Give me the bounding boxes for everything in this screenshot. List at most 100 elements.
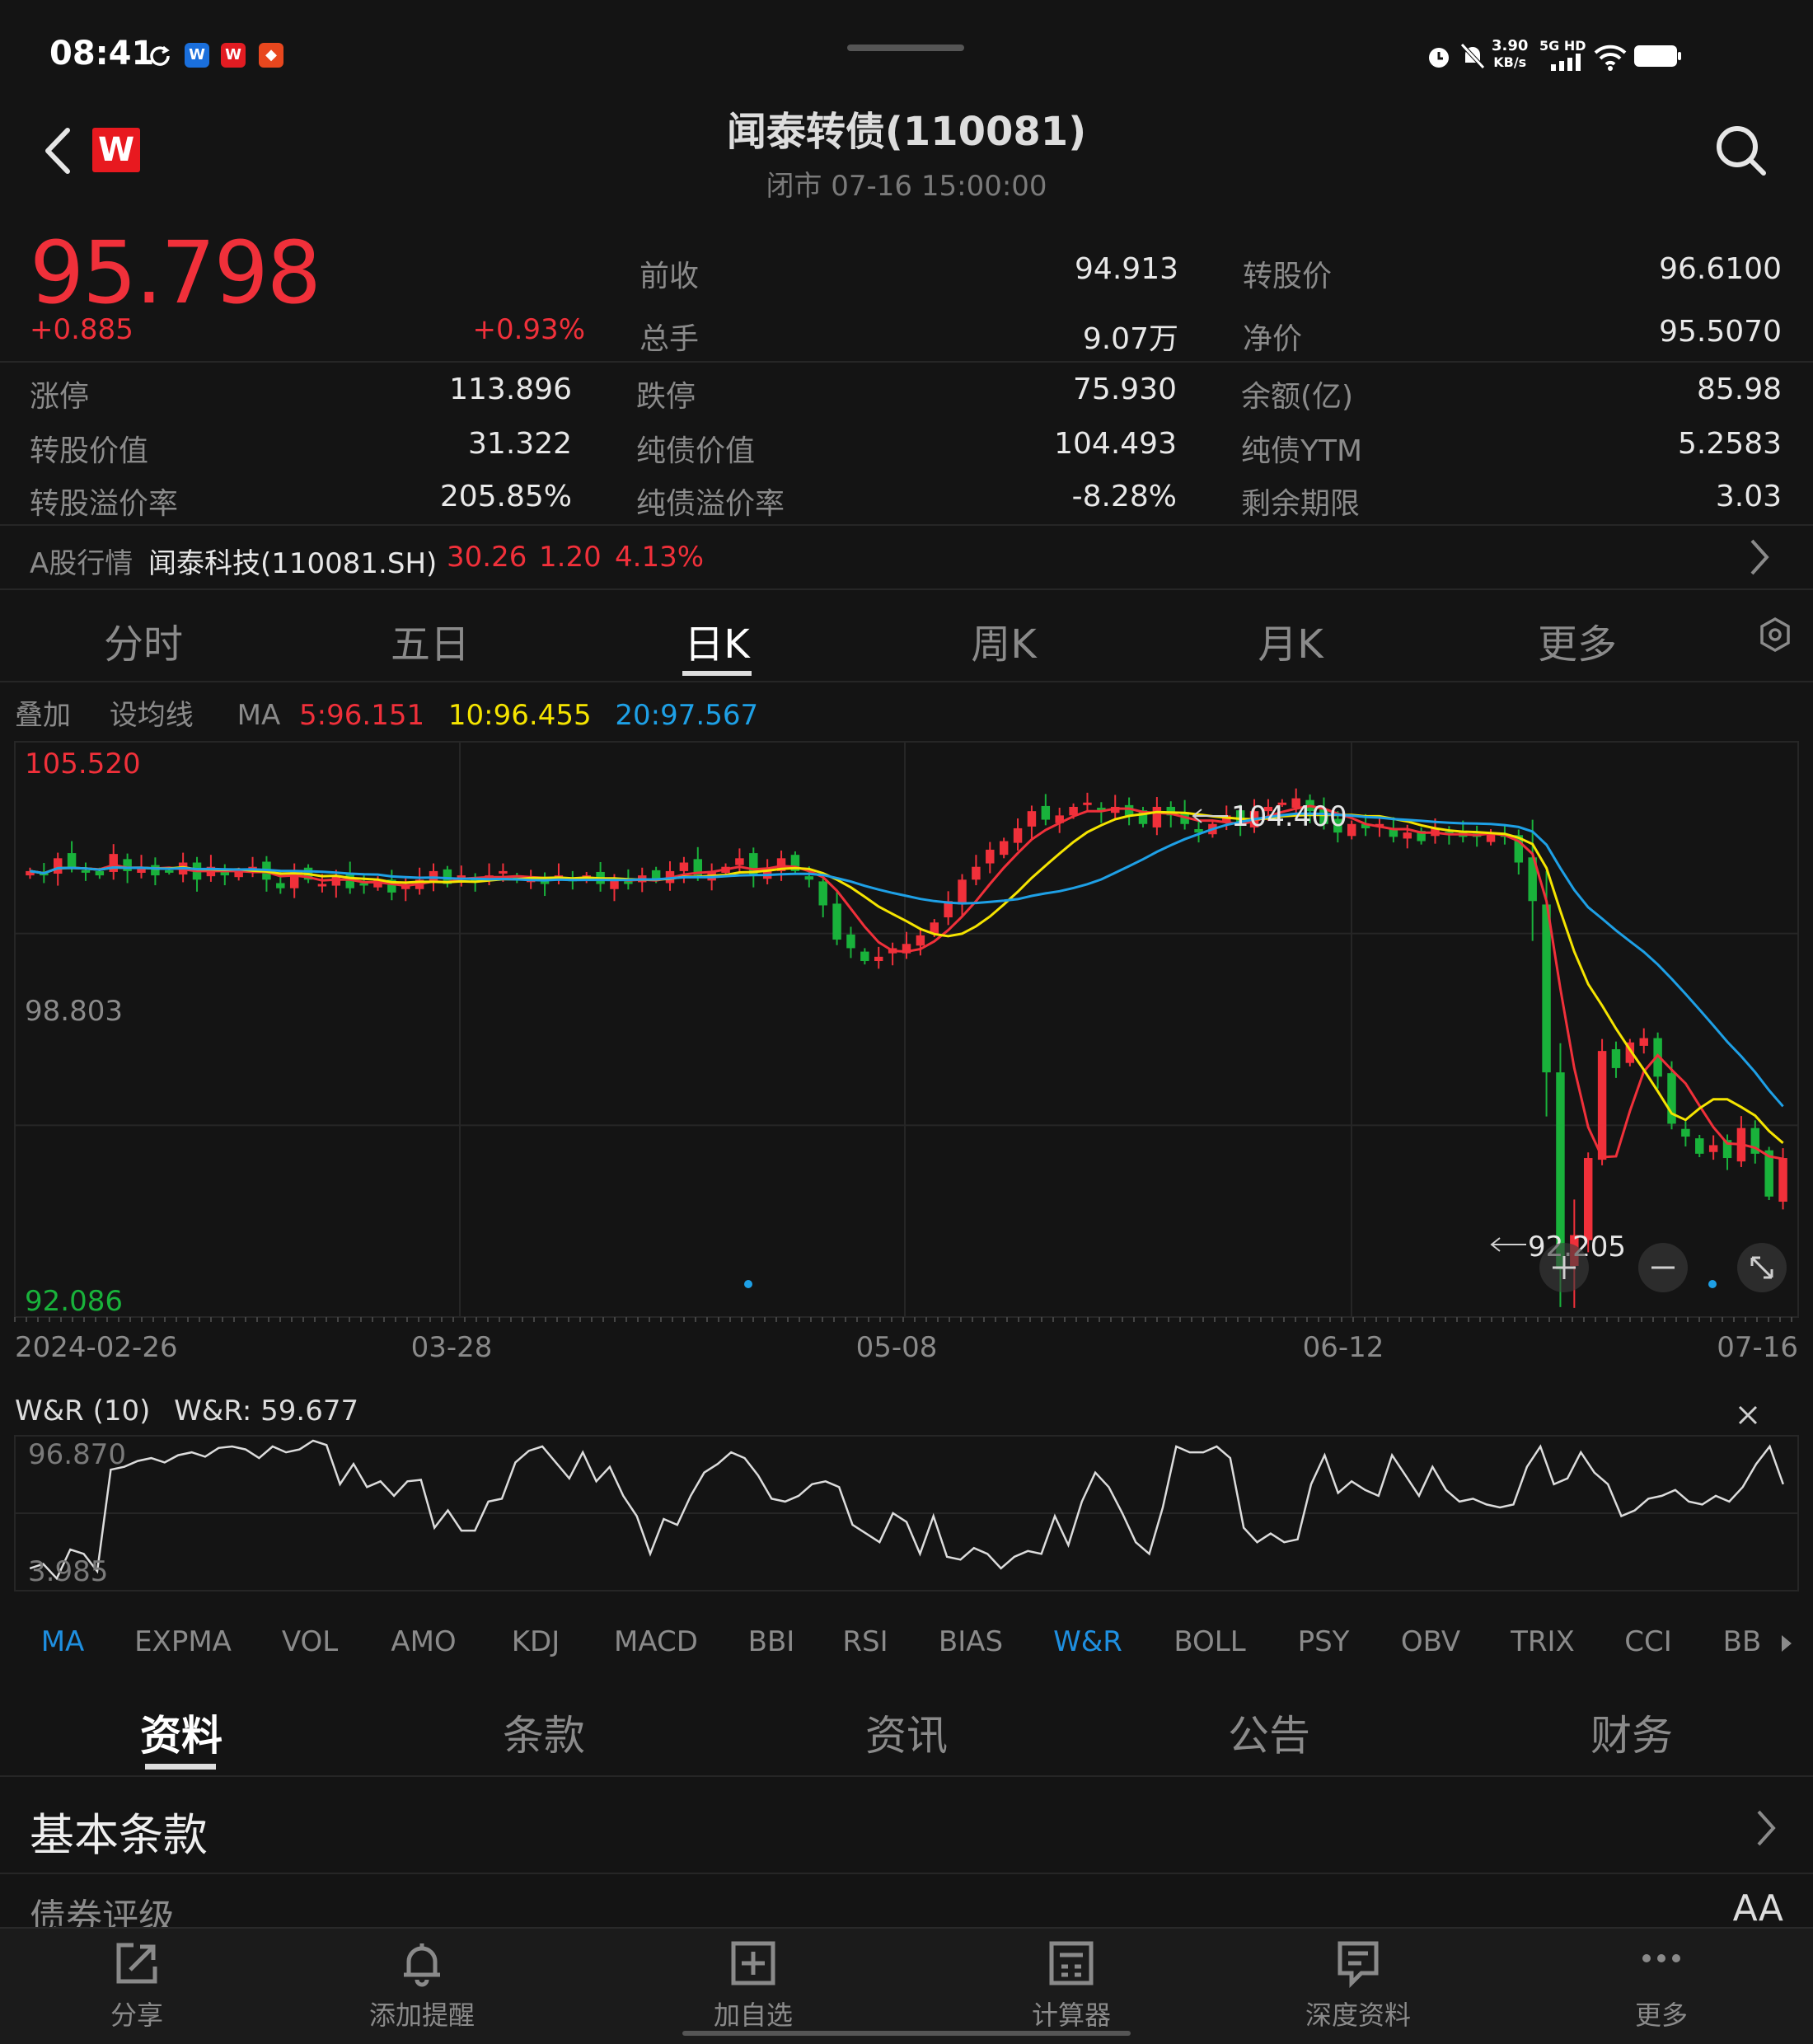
last-price: 95.798 — [30, 223, 321, 323]
bottom-nav: 分享 添加提醒 加自选 计算器 深度资料 更多 — [0, 1927, 1813, 2044]
ind-tab-vol[interactable]: VOL — [282, 1625, 338, 1658]
nav-calculator-label: 计算器 — [1031, 1999, 1111, 2031]
ind-tab-obv[interactable]: OBV — [1401, 1625, 1460, 1658]
candle — [95, 870, 105, 876]
remaining-term-value: 3.03 — [1715, 480, 1782, 513]
ind-tab-bb[interactable]: BB — [1723, 1625, 1762, 1658]
sync-icon — [150, 45, 170, 66]
app-w-red-icon: W — [221, 43, 246, 68]
basic-terms-row[interactable]: 基本条款 — [0, 1780, 1813, 1873]
tab-weekly-k[interactable]: 周K — [921, 612, 1086, 669]
indicator-tabs: MA EXPMA VOL AMO KDJ MACD BBI RSI BIAS W… — [0, 1625, 1813, 1667]
drag-handle[interactable] — [847, 45, 964, 51]
kline-chart[interactable]: 105.520 98.803 92.086 2024-02-26 03-28 05-08 0… — [0, 734, 1813, 1607]
conv-price-label: 转股价 — [1243, 260, 1333, 293]
info-tab-terms[interactable]: 条款 — [420, 1703, 668, 1762]
limit-down-label: 跌停 — [636, 380, 696, 414]
tab-more[interactable]: 更多 — [1495, 612, 1660, 669]
overlay-button[interactable]: 叠加 — [15, 699, 71, 732]
nav-more[interactable]: 更多 — [1562, 1939, 1760, 2032]
zoom-out-button[interactable] — [1638, 1243, 1688, 1292]
remaining-term-label: 剩余期限 — [1241, 487, 1361, 521]
stock-change: 1.20 — [539, 541, 602, 574]
stock-bar-label: A股行情 — [30, 547, 134, 580]
set-ma-button[interactable]: 设均线 — [110, 699, 194, 732]
candle — [1013, 827, 1023, 843]
ind-tab-boll[interactable]: BOLL — [1174, 1625, 1245, 1658]
ind-tab-cci[interactable]: CCI — [1624, 1625, 1672, 1658]
home-indicator[interactable] — [682, 2031, 1131, 2036]
info-tab-financials[interactable]: 财务 — [1508, 1703, 1755, 1762]
tab-five-day[interactable]: 五日 — [348, 612, 513, 669]
ytm-label: 纯债YTM — [1241, 434, 1363, 468]
mute-icon — [1460, 43, 1485, 69]
candle — [735, 858, 744, 865]
underlying-stock-row[interactable]: A股行情 闻泰科技(110081.SH) 30.26 1.20 4.13% — [0, 526, 1813, 588]
ind-tab-psy[interactable]: PSY — [1298, 1625, 1350, 1658]
nav-deep-data-label: 深度资料 — [1305, 1999, 1411, 2031]
ind-tab-wr[interactable]: W&R — [1053, 1625, 1122, 1658]
x-axis-label: 2024-02-26 — [15, 1331, 178, 1364]
signal-icon — [1551, 54, 1581, 71]
scroll-right-icon[interactable] — [1778, 1632, 1795, 1655]
conv-premium-value: 205.85% — [439, 480, 572, 513]
nav-add-alert-label: 添加提醒 — [368, 1999, 475, 2031]
candle — [1152, 806, 1162, 827]
bond-rating-value: AA — [1732, 1887, 1783, 1929]
nav-add-watchlist-label: 加自选 — [713, 1999, 793, 2031]
ind-tab-trix[interactable]: TRIX — [1511, 1625, 1575, 1658]
nav-share[interactable]: 分享 — [38, 1939, 236, 2032]
nav-calculator[interactable]: 计算器 — [972, 1939, 1170, 2032]
info-tab-profile[interactable]: 资料 — [58, 1703, 305, 1762]
stock-price: 30.26 — [447, 541, 527, 574]
x-axis-label: 07-16 — [1717, 1331, 1798, 1364]
nav-add-watchlist[interactable]: 加自选 — [654, 1939, 852, 2032]
nav-deep-data[interactable]: 深度资料 — [1259, 1939, 1457, 2032]
tab-monthly-k[interactable]: 月K — [1208, 612, 1373, 669]
balance-value: 85.98 — [1696, 373, 1782, 406]
ind-tab-ma[interactable]: MA — [41, 1625, 85, 1658]
page-dot — [1708, 1280, 1717, 1288]
divider — [0, 361, 1813, 363]
tab-daily-k[interactable]: 日K — [635, 612, 799, 669]
fullscreen-button[interactable] — [1737, 1243, 1787, 1292]
candle — [999, 841, 1009, 856]
add-watchlist-icon — [731, 1941, 775, 1985]
bond-value-label: 纯债价值 — [636, 434, 756, 468]
min-marker — [1490, 1237, 1526, 1252]
ind-tab-macd[interactable]: MACD — [614, 1625, 698, 1658]
ind-tab-kdj[interactable]: KDJ — [512, 1625, 560, 1658]
ind-tab-amo[interactable]: AMO — [391, 1625, 456, 1658]
plus-icon — [1553, 1256, 1576, 1279]
candle — [916, 935, 925, 946]
search-icon[interactable] — [1714, 124, 1768, 178]
info-tab-news[interactable]: 资讯 — [783, 1703, 1030, 1762]
tab-intraday[interactable]: 分时 — [61, 612, 226, 669]
nav-add-alert[interactable]: 添加提醒 — [323, 1939, 521, 2032]
max-price-annotation: 104.400 — [1231, 800, 1347, 833]
wr-legend: W&R (10) W&R: 59.677 — [15, 1395, 358, 1428]
candle — [679, 862, 689, 871]
info-tab-announcements[interactable]: 公告 — [1145, 1703, 1393, 1762]
status-time: 08:41 — [49, 35, 155, 73]
zoom-in-button[interactable] — [1539, 1243, 1589, 1292]
ind-tab-rsi[interactable]: RSI — [842, 1625, 888, 1658]
ind-tab-bias[interactable]: BIAS — [939, 1625, 1003, 1658]
ind-tab-expma[interactable]: EXPMA — [134, 1625, 232, 1658]
candle — [958, 879, 967, 905]
wr-title: W&R (10) — [15, 1395, 151, 1428]
candle — [860, 951, 869, 962]
prev-close-value: 94.913 — [1075, 252, 1178, 286]
ind-tab-bbi[interactable]: BBI — [748, 1625, 795, 1658]
signal-label: 5G HD — [1539, 38, 1586, 54]
candle — [151, 865, 160, 876]
x-axis-label: 06-12 — [1303, 1331, 1384, 1364]
market-status: 闭市 07-16 15:00:00 — [766, 170, 1047, 203]
app-red-icon: ◆ — [259, 43, 283, 68]
settings-icon[interactable] — [1757, 616, 1793, 653]
candle — [1403, 832, 1412, 839]
close-icon[interactable] — [1736, 1403, 1760, 1428]
clean-price-label: 净价 — [1243, 322, 1303, 356]
candle — [109, 854, 118, 872]
chevron-right-icon — [1750, 539, 1769, 575]
